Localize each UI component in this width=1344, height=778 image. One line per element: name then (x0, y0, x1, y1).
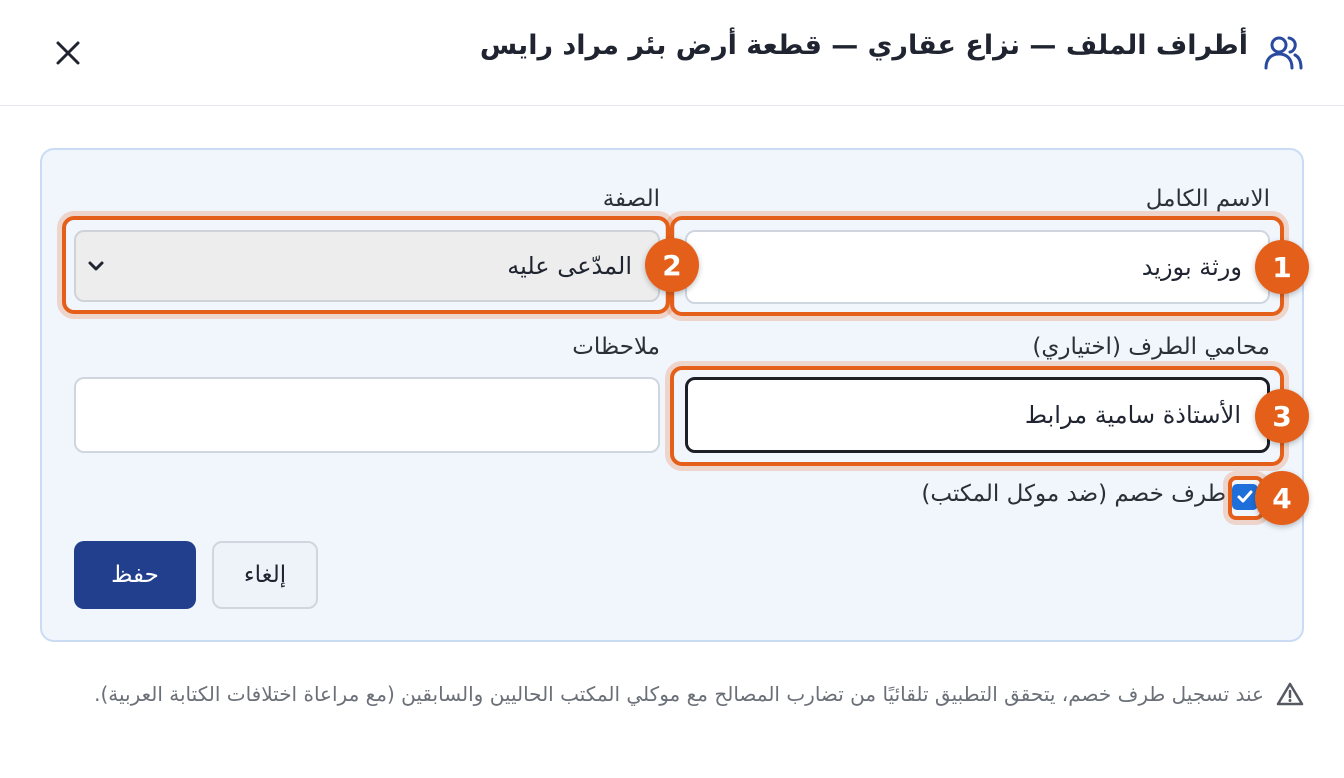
lawyer-input[interactable]: الأستاذة سامية مرابط (685, 377, 1270, 453)
notes-label: ملاحظات (572, 334, 660, 360)
full-name-value: ورثة بوزيد (1141, 253, 1242, 281)
cancel-button[interactable]: إلغاء (212, 541, 318, 609)
save-button[interactable]: حفظ (74, 541, 196, 609)
full-name-label: الاسم الكامل (1145, 186, 1270, 212)
lawyer-label: محامي الطرف (اختياري) (1032, 334, 1270, 360)
annotation-badge-4: 4 (1255, 471, 1309, 525)
opposing-party-label: طرف خصم (ضد موكل المكتب) (921, 481, 1226, 507)
conflict-check-note: عند تسجيل طرف خصم، يتحقق التطبيق تلقائيً… (94, 682, 1264, 706)
notes-input[interactable] (74, 377, 660, 453)
chevron-down-icon (88, 261, 104, 271)
users-icon (1264, 36, 1303, 70)
role-select[interactable]: المدّعى عليه (74, 230, 660, 302)
warning-icon (1276, 682, 1304, 706)
role-selected-value: المدّعى عليه (507, 252, 632, 280)
annotation-badge-1: 1 (1255, 240, 1309, 294)
full-name-input[interactable]: ورثة بوزيد (685, 230, 1270, 304)
dialog-title: أطراف الملف — نزاع عقاري — قطعة أرض بئر … (479, 30, 1248, 61)
check-icon (1237, 490, 1253, 503)
annotation-badge-2: 2 (645, 238, 699, 292)
lawyer-value: الأستاذة سامية مرابط (1024, 401, 1241, 429)
dialog-header: أطراف الملف — نزاع عقاري — قطعة أرض بئر … (0, 0, 1344, 106)
annotation-badge-3: 3 (1255, 389, 1309, 443)
role-label: الصفة (602, 186, 660, 212)
close-icon[interactable] (50, 35, 86, 71)
